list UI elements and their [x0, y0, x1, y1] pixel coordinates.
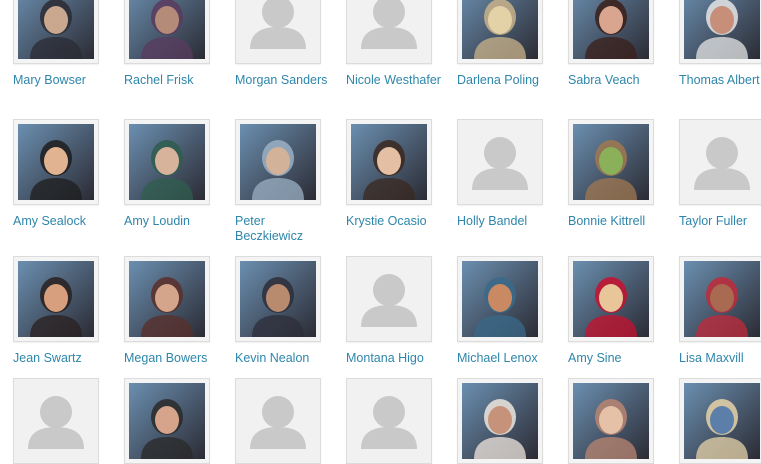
profile-photo-image	[684, 0, 760, 59]
avatar-silhouette-icon	[347, 379, 431, 463]
person-name-link[interactable]: Amy Loudin	[124, 214, 224, 229]
person-name-link[interactable]: Michael Lenox	[457, 351, 557, 366]
person-name-link[interactable]: Darlena Poling	[457, 73, 557, 88]
profile-photo-image	[684, 261, 760, 337]
default-avatar-icon[interactable]	[346, 0, 432, 64]
person-name-link[interactable]: Kevin Nealon	[235, 351, 335, 366]
person-name-link[interactable]: Krystie Ocasio	[346, 214, 446, 229]
avatar-silhouette-icon	[236, 379, 320, 463]
profile-photo-image	[573, 261, 649, 337]
person-name-link[interactable]: Rachel Frisk	[124, 73, 224, 88]
profile-photo[interactable]	[568, 378, 654, 464]
person-name-link[interactable]: Nicole Westhafer	[346, 73, 446, 88]
default-avatar-icon[interactable]	[235, 378, 321, 464]
profile-photo-image	[240, 261, 316, 337]
profile-photo[interactable]	[457, 256, 543, 342]
person-name-link[interactable]: Holly Bandel	[457, 214, 557, 229]
default-avatar-icon[interactable]	[13, 378, 99, 464]
profile-photo-image	[240, 124, 316, 200]
profile-photo[interactable]	[124, 256, 210, 342]
profile-photo-image	[129, 261, 205, 337]
person-name-link[interactable]: Sabra Veach	[568, 73, 668, 88]
profile-photo[interactable]	[235, 256, 321, 342]
avatar-silhouette-icon	[347, 257, 431, 341]
profile-photo[interactable]	[679, 0, 761, 64]
profile-photo-image	[18, 124, 94, 200]
profile-photo[interactable]	[13, 256, 99, 342]
person-name-link[interactable]: Morgan Sanders	[235, 73, 335, 88]
avatar-silhouette-icon	[347, 0, 431, 63]
person-name-link[interactable]: Lisa Maxvill	[679, 351, 761, 366]
profile-photo-image	[129, 383, 205, 459]
profile-photo[interactable]	[568, 0, 654, 64]
person-name-link[interactable]: Montana Higo	[346, 351, 446, 366]
profile-photo-image	[18, 0, 94, 59]
avatar-silhouette-icon	[14, 379, 98, 463]
profile-photo-image	[129, 0, 205, 59]
profile-photo-image	[462, 0, 538, 59]
profile-photo-image	[462, 383, 538, 459]
person-name-link[interactable]: Peter Beczkiewicz	[235, 214, 335, 244]
person-name-link[interactable]: Amy Sine	[568, 351, 668, 366]
default-avatar-icon[interactable]	[346, 378, 432, 464]
default-avatar-icon[interactable]	[235, 0, 321, 64]
profile-photo[interactable]	[568, 256, 654, 342]
person-name-link[interactable]: Amy Sealock	[13, 214, 113, 229]
profile-photo-image	[129, 124, 205, 200]
profile-photo[interactable]	[679, 378, 761, 464]
profile-photo-image	[573, 383, 649, 459]
profile-photo[interactable]	[124, 378, 210, 464]
person-name-link[interactable]: Bonnie Kittrell	[568, 214, 668, 229]
person-name-link[interactable]: Taylor Fuller	[679, 214, 761, 229]
profile-photo[interactable]	[13, 0, 99, 64]
avatar-silhouette-icon	[680, 120, 761, 204]
profile-photo-image	[573, 124, 649, 200]
profile-photo-image	[351, 124, 427, 200]
profile-photo[interactable]	[457, 0, 543, 64]
person-name-link[interactable]: Jean Swartz	[13, 351, 113, 366]
profile-photo[interactable]	[346, 119, 432, 205]
profile-photo[interactable]	[457, 378, 543, 464]
default-avatar-icon[interactable]	[457, 119, 543, 205]
person-name-link[interactable]: Thomas Albert	[679, 73, 761, 88]
profile-photo-image	[573, 0, 649, 59]
default-avatar-icon[interactable]	[679, 119, 761, 205]
avatar-silhouette-icon	[236, 0, 320, 63]
profile-photo[interactable]	[13, 119, 99, 205]
profile-photo-image	[462, 261, 538, 337]
profile-photo[interactable]	[235, 119, 321, 205]
people-grid: Mary Bowser Rachel Frisk Morgan Sanders …	[0, 0, 761, 464]
profile-photo[interactable]	[568, 119, 654, 205]
person-name-link[interactable]: Mary Bowser	[13, 73, 113, 88]
default-avatar-icon[interactable]	[346, 256, 432, 342]
profile-photo[interactable]	[679, 256, 761, 342]
profile-photo-image	[684, 383, 760, 459]
profile-photo[interactable]	[124, 119, 210, 205]
profile-photo[interactable]	[124, 0, 210, 64]
avatar-silhouette-icon	[458, 120, 542, 204]
person-name-link[interactable]: Megan Bowers	[124, 351, 224, 366]
profile-photo-image	[18, 261, 94, 337]
